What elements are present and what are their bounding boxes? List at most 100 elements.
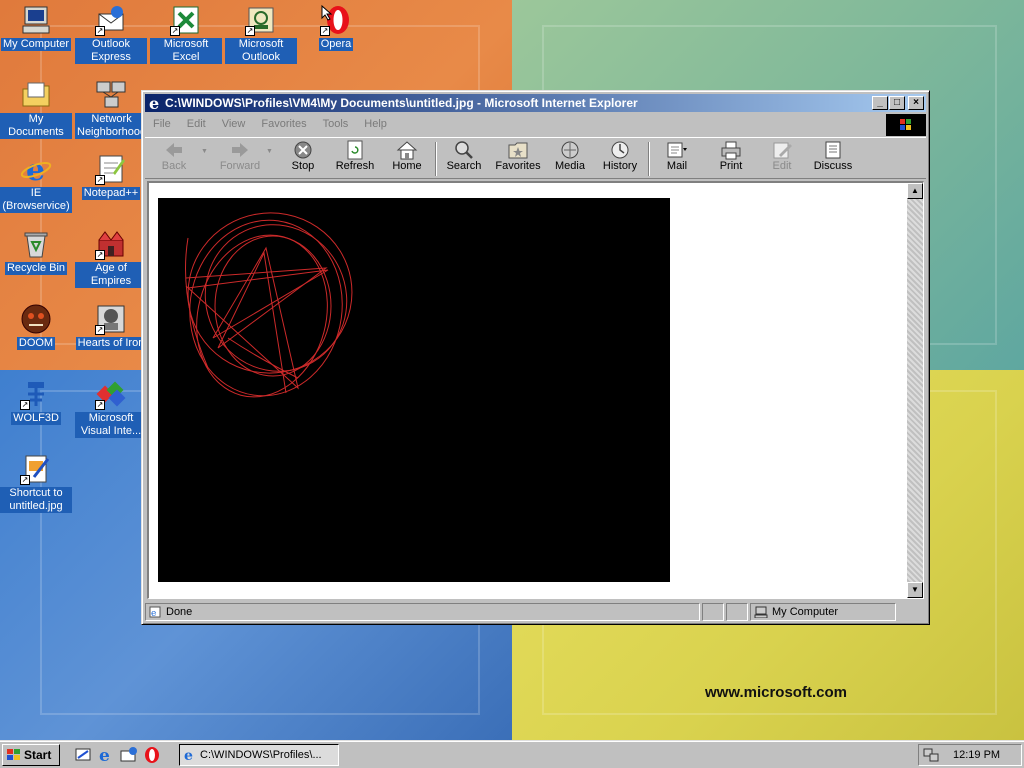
network-icon	[95, 79, 127, 111]
doom-icon	[20, 303, 52, 335]
menu-tools[interactable]: Tools	[323, 118, 349, 130]
menu-view[interactable]: View	[222, 118, 246, 130]
desktop-icon-hearts-of-iron[interactable]: ↗ Hearts of Iron	[75, 303, 147, 350]
menu-favorites[interactable]: Favorites	[261, 118, 306, 130]
close-button[interactable]: ×	[908, 96, 924, 110]
stop-button[interactable]: Stop	[283, 140, 323, 172]
window-title: C:\WINDOWS\Profiles\VM4\My Documents\unt…	[165, 96, 638, 110]
title-bar[interactable]: e C:\WINDOWS\Profiles\VM4\My Documents\u…	[145, 94, 926, 113]
desktop-icon-my-computer[interactable]: My Computer	[0, 4, 72, 51]
edit-pencil-icon	[771, 140, 793, 160]
search-button[interactable]: Search	[443, 140, 485, 172]
print-button[interactable]: Print	[711, 140, 751, 172]
toolbar-separator	[648, 142, 650, 176]
image-shortcut-icon: ↗	[20, 453, 52, 485]
menu-help[interactable]: Help	[364, 118, 387, 130]
desktop-icon-shortcut-untitled-jpg[interactable]: ↗ Shortcut to untitled.jpg	[0, 453, 72, 513]
tray-network-icon[interactable]	[923, 747, 939, 763]
notepad-icon: ↗	[95, 153, 127, 185]
favorites-button[interactable]: Favorites	[489, 140, 547, 172]
my-computer-icon	[20, 4, 52, 36]
quicklaunch-show-desktop-icon[interactable]	[74, 746, 92, 764]
my-documents-icon	[20, 79, 52, 111]
mail-icon	[666, 140, 688, 160]
page-done-icon: e	[149, 606, 161, 619]
forward-button[interactable]: Forward	[209, 140, 271, 172]
edit-button[interactable]: Edit	[763, 140, 801, 172]
media-button[interactable]: Media	[549, 140, 591, 172]
desktop-icon-age-of-empires[interactable]: ↗ Age of Empires	[75, 228, 147, 288]
toolbar-separator	[435, 142, 437, 176]
maximize-button[interactable]: □	[889, 96, 905, 110]
content-viewport[interactable]: ▲ ▼	[147, 181, 924, 599]
svg-text:e: e	[99, 746, 110, 764]
desktop-icon-network-neighborhood[interactable]: Network Neighborhood	[75, 79, 149, 139]
forward-dropdown-icon[interactable]: ▼	[266, 148, 273, 155]
hearts-of-iron-icon: ↗	[95, 303, 127, 335]
home-icon	[396, 140, 418, 160]
excel-icon: ↗	[170, 4, 202, 36]
printer-icon	[720, 140, 742, 160]
history-icon	[609, 140, 631, 160]
desktop-icon-outlook-express[interactable]: ↗ Outlook Express	[75, 4, 147, 64]
vertical-scrollbar[interactable]: ▲ ▼	[907, 183, 923, 598]
taskbar: Start e e C:\WINDOWS\Profiles\... 12:19 …	[0, 740, 1024, 768]
windows-logo-throbber	[886, 114, 926, 136]
menu-edit[interactable]: Edit	[187, 118, 206, 130]
discuss-button[interactable]: Discuss	[811, 140, 855, 172]
ie-window[interactable]: e C:\WINDOWS\Profiles\VM4\My Documents\u…	[141, 90, 930, 625]
history-button[interactable]: History	[597, 140, 643, 172]
back-dropdown-icon[interactable]: ▼	[201, 148, 208, 155]
mail-button[interactable]: Mail	[657, 140, 697, 172]
quicklaunch-outlook-express-icon[interactable]	[120, 746, 138, 764]
desktop-icon-my-documents[interactable]: My Documents	[0, 79, 72, 139]
status-text-pane: e Done	[145, 603, 700, 621]
visual-interdev-icon: ↗	[95, 378, 127, 410]
forward-arrow-icon	[229, 140, 251, 160]
scroll-down-arrow-icon[interactable]: ▼	[907, 582, 923, 598]
scroll-up-arrow-icon[interactable]: ▲	[907, 183, 923, 199]
outlook-express-icon: ↗	[95, 4, 127, 36]
ie-task-icon: e	[183, 748, 197, 764]
desktop-icon-outlook[interactable]: ↗ Microsoft Outlook	[225, 4, 297, 64]
opera-icon: ↗	[320, 4, 352, 36]
desktop-icon-ie-browservice[interactable]: e IE (Browservice)	[0, 153, 72, 213]
svg-text:e: e	[151, 609, 156, 618]
ie-title-icon: e	[147, 94, 163, 113]
svg-text:e: e	[26, 153, 45, 185]
search-icon	[453, 140, 475, 160]
desktop-icon-excel[interactable]: ↗ Microsoft Excel	[150, 4, 222, 64]
status-text: Done	[166, 606, 193, 618]
svg-text:e: e	[184, 748, 193, 762]
menu-file[interactable]: File	[153, 118, 171, 130]
outlook-icon: ↗	[245, 4, 277, 36]
refresh-button[interactable]: Refresh	[329, 140, 381, 172]
quicklaunch-internet-explorer-icon[interactable]: e	[97, 746, 115, 766]
windows-flag-icon	[6, 748, 22, 762]
quicklaunch-opera-icon[interactable]	[143, 746, 161, 764]
clock[interactable]: 12:19 PM	[953, 749, 1000, 761]
zone-pane: My Computer	[750, 603, 896, 621]
desktop-icon-visual-interdev[interactable]: ↗ Microsoft Visual Inte...	[75, 378, 147, 438]
zone-text: My Computer	[772, 606, 839, 618]
stop-icon	[292, 140, 314, 160]
desktop-icon-wolf3d[interactable]: ↗ WOLF3D	[0, 378, 72, 425]
status-pane-blank	[702, 603, 724, 621]
wallpaper-brand-text: www.microsoft.com	[705, 684, 847, 701]
svg-text:e: e	[149, 95, 159, 111]
home-button[interactable]: Home	[385, 140, 429, 172]
start-button[interactable]: Start	[2, 744, 60, 766]
desktop-icon-opera[interactable]: ↗ Opera	[300, 4, 372, 51]
status-pane-blank	[726, 603, 748, 621]
desktop-icon-notepad-plus-plus[interactable]: ↗ Notepad++	[75, 153, 147, 200]
favorites-folder-icon	[507, 140, 529, 160]
menu-bar: File Edit View Favorites Tools Help	[145, 114, 926, 134]
desktop-icon-doom[interactable]: DOOM	[0, 303, 72, 350]
media-icon	[559, 140, 581, 160]
my-computer-zone-icon	[754, 606, 768, 619]
taskbar-ie-window-button[interactable]: e C:\WINDOWS\Profiles\...	[179, 744, 339, 766]
back-button[interactable]: Back	[149, 140, 199, 172]
minimize-button[interactable]: _	[872, 96, 888, 110]
desktop-icon-recycle-bin[interactable]: Recycle Bin	[0, 228, 72, 275]
internet-explorer-icon: e	[20, 153, 52, 188]
